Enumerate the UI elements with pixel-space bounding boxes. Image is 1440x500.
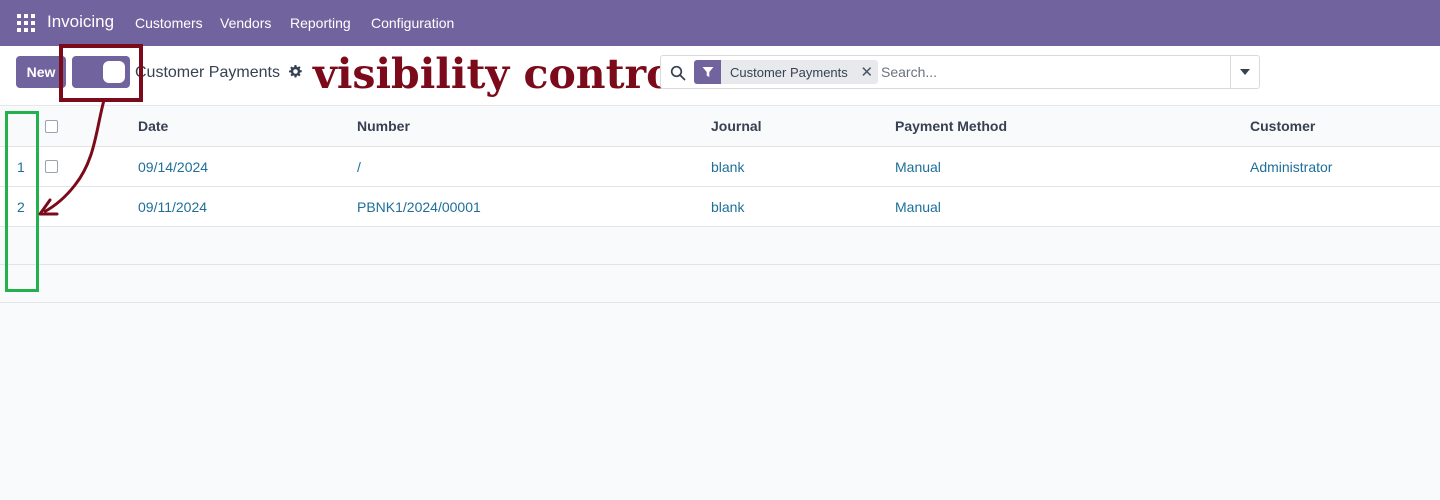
table-header: Date Number Journal Payment Method Custo… [0,106,1440,147]
empty-row [0,227,1440,265]
select-all-checkbox[interactable] [45,120,58,133]
top-navbar: Invoicing Customers Vendors Reporting Co… [0,0,1440,46]
column-header-number[interactable]: Number [357,106,410,146]
row-number: 1 [17,158,25,175]
column-header-date[interactable]: Date [138,106,168,146]
search-input[interactable] [881,57,1226,87]
table-row[interactable]: 2 09/11/2024 PBNK1/2024/00001 blank Manu… [0,187,1440,227]
cell-payment-method[interactable]: Manual [895,187,941,226]
facet-label: Customer Payments [721,60,856,84]
toggle-knob [103,61,125,83]
visibility-toggle[interactable] [72,56,130,88]
cell-number[interactable]: / [357,147,361,186]
menu-reporting[interactable]: Reporting [290,15,351,31]
search-box: Customer Payments ✕ [660,55,1260,89]
column-header-journal[interactable]: Journal [711,106,762,146]
column-header-payment-method[interactable]: Payment Method [895,106,1007,146]
cell-journal[interactable]: blank [711,187,744,226]
empty-row [0,265,1440,303]
search-icon[interactable] [670,65,686,81]
filter-icon [694,60,721,84]
search-options-toggle[interactable] [1230,56,1259,88]
menu-vendors[interactable]: Vendors [220,15,271,31]
column-header-customer[interactable]: Customer [1250,106,1315,146]
row-number: 2 [17,198,25,215]
row-checkbox[interactable] [45,160,58,173]
apps-grid-icon[interactable] [17,14,35,32]
cell-customer[interactable]: Administrator [1250,147,1332,186]
cell-journal[interactable]: blank [711,147,744,186]
close-icon[interactable]: ✕ [855,60,878,84]
cell-payment-method[interactable]: Manual [895,147,941,186]
app-name[interactable]: Invoicing [47,12,114,32]
gear-icon[interactable] [289,65,302,78]
search-facet: Customer Payments ✕ [694,60,878,84]
control-panel: New Customer Payments visibility control… [0,46,1440,106]
menu-configuration[interactable]: Configuration [371,15,454,31]
caret-down-icon [1240,69,1250,75]
cell-date[interactable]: 09/11/2024 [138,187,207,226]
breadcrumb: Customer Payments [135,64,280,81]
annotation-label: visibility control [313,50,690,98]
new-button[interactable]: New [16,56,66,88]
menu-customers[interactable]: Customers [135,15,203,31]
cell-date[interactable]: 09/14/2024 [138,147,208,186]
cell-number[interactable]: PBNK1/2024/00001 [357,187,481,226]
table-row[interactable]: 1 09/14/2024 / blank Manual Administrato… [0,147,1440,187]
